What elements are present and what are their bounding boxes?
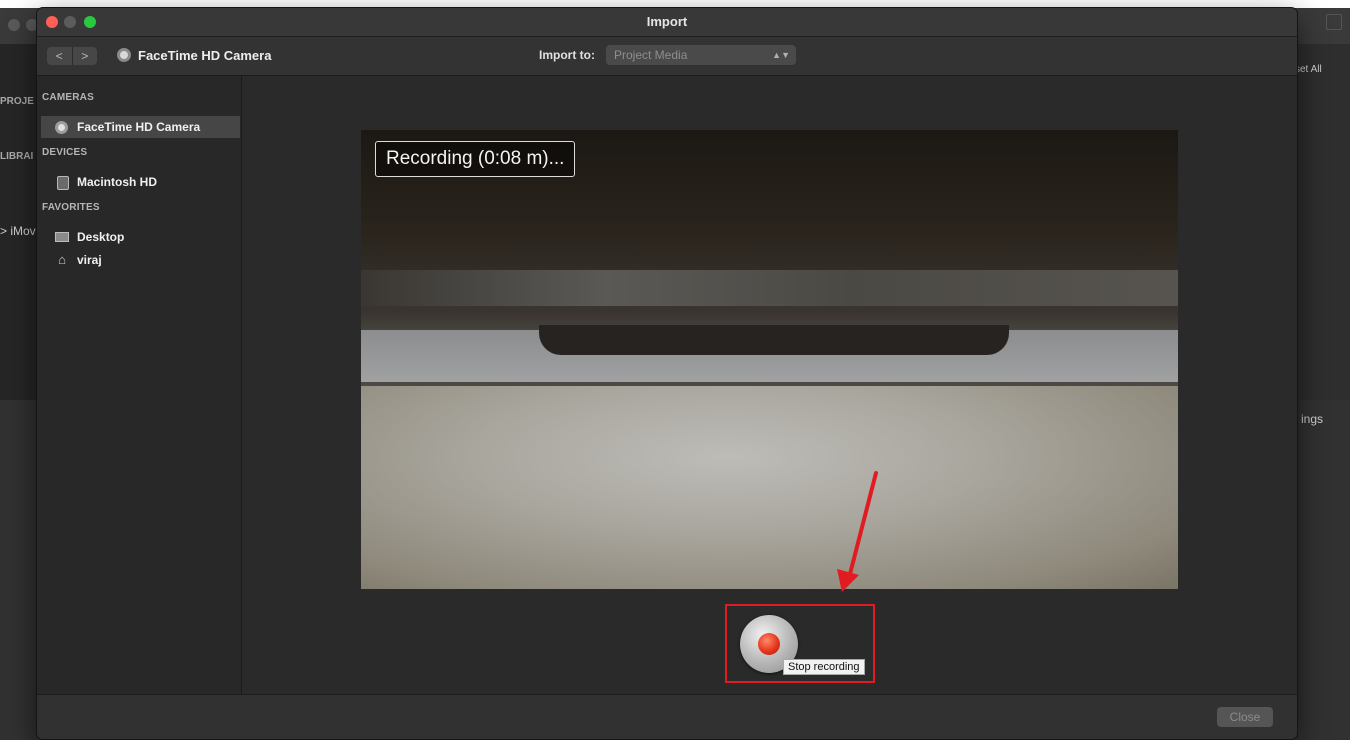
recording-status: Recording (0:08 m)... [375,141,576,177]
bg-settings-label[interactable]: ings [1301,412,1323,426]
section-favorites: FAVORITES [42,202,100,213]
nav-buttons: < > [47,47,97,65]
back-button[interactable]: < [47,47,72,65]
preview-scene-surface [361,386,1178,589]
bg-projects-label: PROJE [0,96,34,107]
import-to-label: Import to: [539,48,595,62]
preview-scene-notch [539,325,1009,355]
sidebar-item-viraj[interactable]: ⌂ viraj [41,249,240,271]
dialog-titlebar: Import [37,8,1297,37]
background-sidebar: PROJE LIBRAI > iMov [0,44,40,404]
dialog-title: Import [646,14,688,29]
import-to-select[interactable]: Project Media ▲▼ [606,45,796,65]
device-name: FaceTime HD Camera [138,48,272,63]
section-cameras: CAMERAS [42,92,94,103]
dialog-footer: Close [37,694,1297,739]
bg-close-dot [8,19,20,31]
chevron-updown-icon: ▲▼ [772,50,790,60]
close-button[interactable]: Close [1217,707,1273,727]
import-dialog: Import < > FaceTime HD Camera Import to:… [37,8,1297,739]
background-right-pane: set All [1295,44,1350,404]
import-content: Recording (0:08 m)... Stop recording [242,76,1297,694]
camera-icon [55,121,68,134]
sidebar-item-label: Macintosh HD [77,175,158,189]
preview-scene-band [361,270,1178,306]
sidebar-item-label: Desktop [77,230,125,244]
stop-recording-tooltip: Stop recording [783,659,865,675]
disk-icon [57,176,69,190]
section-devices: DEVICES [42,147,88,158]
bg-reset-all[interactable]: set All [1295,64,1322,75]
dialog-toolbar: < > FaceTime HD Camera Import to: Projec… [37,37,1297,76]
sidebar-item-desktop[interactable]: Desktop [41,226,240,248]
forward-button[interactable]: > [71,47,98,65]
sidebar-item-label: FaceTime HD Camera [77,120,201,134]
bg-imovie-library[interactable]: > iMov [0,224,36,238]
import-to-value: Project Media [614,48,688,62]
camera-preview: Recording (0:08 m)... [361,130,1178,589]
bg-libraries-label: LIBRAI [0,151,34,162]
share-icon[interactable] [1326,14,1342,30]
sidebar-item-facetime-camera[interactable]: FaceTime HD Camera [41,116,240,138]
desktop-icon [55,232,69,242]
sidebar-item-label: viraj [77,253,102,267]
camera-icon [117,48,131,62]
sidebar-item-macintosh-hd[interactable]: Macintosh HD [41,171,240,193]
import-sidebar: CAMERAS FaceTime HD Camera DEVICES Macin… [37,76,242,694]
home-icon: ⌂ [58,252,66,267]
record-dot-icon [758,633,780,655]
